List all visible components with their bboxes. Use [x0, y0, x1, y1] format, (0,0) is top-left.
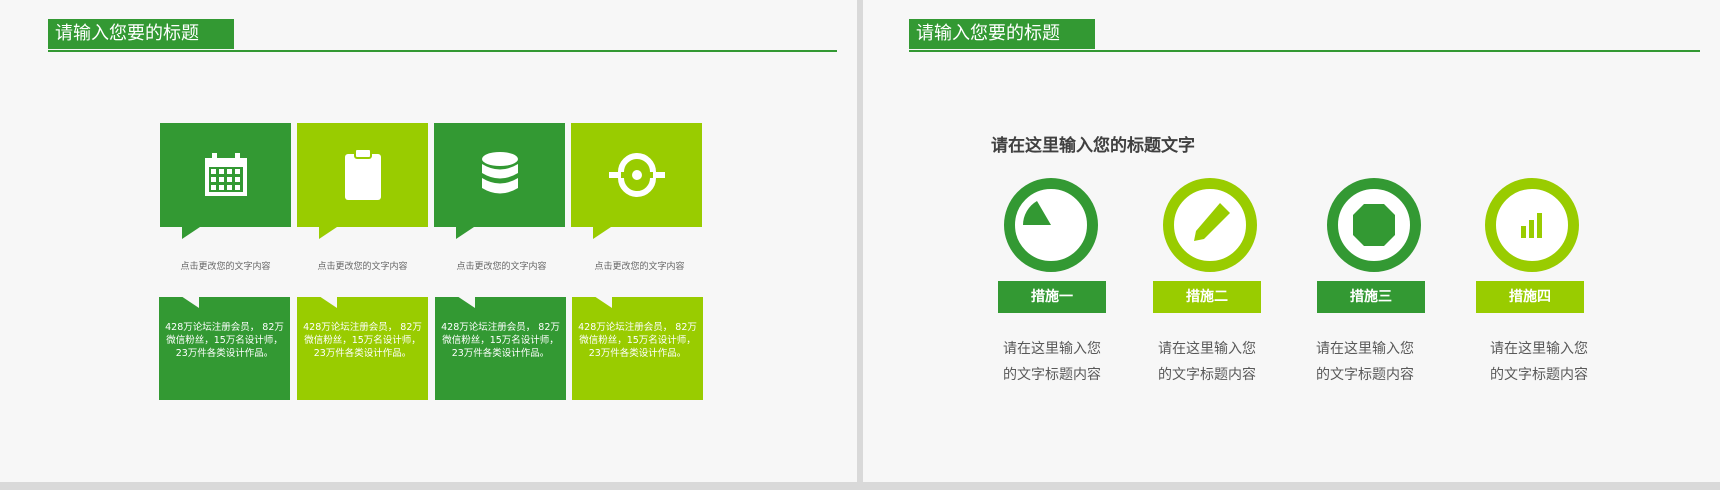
card-caption-4[interactable]: 点击更改您的文字内容	[574, 259, 705, 272]
measure-label-1[interactable]: 措施一	[998, 281, 1106, 313]
slide-title: 请输入您要的标题	[48, 19, 234, 49]
card-text-3[interactable]: 428万论坛注册会员， 82万微信粉丝，15万名设计师，23万件各类设计作品。	[441, 322, 560, 359]
card-icon-box-4	[571, 123, 702, 239]
slide-right: 请输入您要的标题 请在这里输入您的标题文字 措施一 请在这里输入您 的文字标题内…	[863, 0, 1720, 482]
card-text-box-4: 428万论坛注册会员， 82万微信粉丝，15万名设计师，23万件各类设计作品。	[572, 296, 703, 400]
measure-label-2[interactable]: 措施二	[1153, 281, 1261, 313]
card-text-1[interactable]: 428万论坛注册会员， 82万微信粉丝，15万名设计师，23万件各类设计作品。	[165, 322, 284, 359]
speech-tail	[593, 227, 611, 239]
measure-desc-1[interactable]: 请在这里输入您 的文字标题内容	[992, 336, 1112, 388]
card-icon-box-3	[434, 123, 565, 239]
bar-chart-icon	[1521, 213, 1542, 238]
desc-line: 的文字标题内容	[1003, 367, 1101, 383]
speech-tail	[456, 227, 474, 239]
sync-icon	[608, 153, 665, 197]
measure-label-3[interactable]: 措施三	[1317, 281, 1425, 313]
speech-tail	[181, 296, 199, 308]
measure-ring-4	[1485, 178, 1579, 272]
desc-line: 的文字标题内容	[1158, 367, 1256, 383]
pie-chart-icon	[1023, 197, 1079, 253]
measure-ring-1	[1004, 178, 1098, 272]
speech-tail	[319, 227, 337, 239]
pencil-icon	[1182, 197, 1238, 253]
card-text-box-3: 428万论坛注册会员， 82万微信粉丝，15万名设计师，23万件各类设计作品。	[435, 296, 566, 400]
measure-desc-3[interactable]: 请在这里输入您 的文字标题内容	[1305, 336, 1425, 388]
card-caption-2[interactable]: 点击更改您的文字内容	[297, 259, 428, 272]
card-icon-box-1	[160, 123, 291, 239]
clipboard-icon	[344, 149, 381, 200]
measure-label-4[interactable]: 措施四	[1476, 281, 1584, 313]
database-icon	[481, 152, 518, 194]
title-underline	[48, 50, 837, 52]
measure-desc-4[interactable]: 请在这里输入您 的文字标题内容	[1479, 336, 1599, 388]
card-text-2[interactable]: 428万论坛注册会员， 82万微信粉丝，15万名设计师，23万件各类设计作品。	[303, 322, 422, 359]
desc-line: 请在这里输入您	[1316, 341, 1414, 357]
measure-ring-3	[1327, 178, 1421, 272]
card-caption-3[interactable]: 点击更改您的文字内容	[436, 259, 567, 272]
card-text-box-1: 428万论坛注册会员， 82万微信粉丝，15万名设计师，23万件各类设计作品。	[159, 296, 290, 400]
desc-line: 请在这里输入您	[1003, 341, 1101, 357]
section-subtitle[interactable]: 请在这里输入您的标题文字	[991, 131, 1195, 156]
slide-left: 请输入您要的标题 点击更改您的文字内容 428万论坛注册会员， 82万微信粉丝，…	[0, 0, 857, 482]
speech-tail	[319, 296, 337, 308]
card-text-4[interactable]: 428万论坛注册会员， 82万微信粉丝，15万名设计师，23万件各类设计作品。	[578, 322, 697, 359]
speech-tail	[182, 227, 200, 239]
octagon-icon	[1353, 204, 1395, 246]
desc-line: 的文字标题内容	[1490, 367, 1588, 383]
desc-line: 请在这里输入您	[1158, 341, 1256, 357]
measure-ring-2	[1163, 178, 1257, 272]
speech-tail	[457, 296, 475, 308]
title-underline	[909, 50, 1700, 52]
slide-title: 请输入您要的标题	[909, 19, 1095, 49]
desc-line: 请在这里输入您	[1490, 341, 1588, 357]
card-icon-box-2	[297, 123, 428, 239]
card-text-box-2: 428万论坛注册会员， 82万微信粉丝，15万名设计师，23万件各类设计作品。	[297, 296, 428, 400]
desc-line: 的文字标题内容	[1316, 367, 1414, 383]
measure-desc-2[interactable]: 请在这里输入您 的文字标题内容	[1147, 336, 1267, 388]
calendar-icon	[204, 153, 247, 196]
card-caption-1[interactable]: 点击更改您的文字内容	[160, 259, 291, 272]
speech-tail	[594, 296, 612, 308]
